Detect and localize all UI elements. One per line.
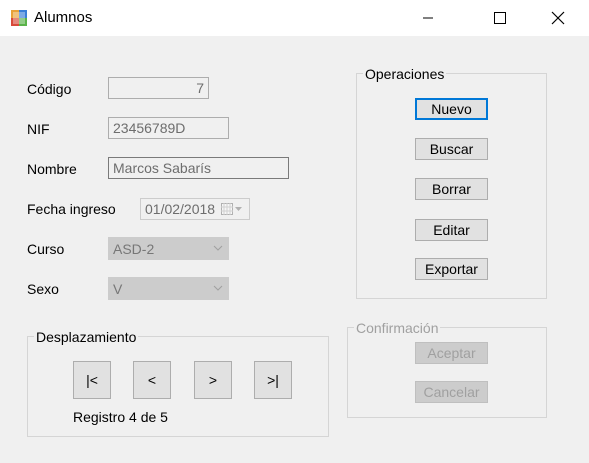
desplazamiento-title: Desplazamiento <box>34 329 139 345</box>
nif-label: NIF <box>27 121 50 137</box>
close-button[interactable] <box>535 0 581 36</box>
registro-label: Registro 4 de 5 <box>73 409 168 425</box>
confirmacion-title: Confirmación <box>354 320 441 336</box>
editar-button[interactable]: Editar <box>415 219 488 241</box>
minimize-icon <box>423 17 433 19</box>
chevron-down-icon <box>213 285 223 291</box>
maximize-button[interactable] <box>477 0 523 36</box>
cancelar-button[interactable]: Cancelar <box>415 381 488 403</box>
fecha-ingreso-label: Fecha ingreso <box>27 201 116 217</box>
previous-record-button[interactable]: < <box>133 361 171 399</box>
last-record-button[interactable]: >| <box>254 361 292 399</box>
operaciones-title: Operaciones <box>363 66 447 82</box>
nombre-label: Nombre <box>27 161 77 177</box>
aceptar-button[interactable]: Aceptar <box>415 342 488 364</box>
codigo-label: Código <box>27 81 72 97</box>
confirmacion-group <box>347 327 547 418</box>
nombre-value: Marcos Sabarís <box>113 160 212 176</box>
fecha-ingreso-picker[interactable]: 01/02/2018 <box>140 198 250 220</box>
curso-combo[interactable]: ASD-2 <box>108 237 229 260</box>
borrar-button[interactable]: Borrar <box>415 178 488 200</box>
maximize-icon <box>494 12 506 24</box>
nuevo-button[interactable]: Nuevo <box>415 98 488 120</box>
chevron-down-icon <box>213 245 223 251</box>
minimize-button[interactable] <box>405 0 451 36</box>
codigo-value: 7 <box>196 80 204 96</box>
curso-value: ASD-2 <box>113 240 155 257</box>
nif-value: 23456789D <box>113 120 186 136</box>
fecha-ingreso-value: 01/02/2018 <box>145 201 216 217</box>
title-bar: Alumnos <box>0 0 589 36</box>
next-record-button[interactable]: > <box>194 361 232 399</box>
nombre-field[interactable]: Marcos Sabarís <box>108 157 289 179</box>
window-title: Alumnos <box>34 9 93 26</box>
codigo-field[interactable]: 7 <box>108 77 209 99</box>
close-icon <box>551 11 565 25</box>
nif-field[interactable]: 23456789D <box>108 117 229 139</box>
sexo-label: Sexo <box>27 281 59 297</box>
calendar-dropdown-icon[interactable] <box>221 203 243 216</box>
sexo-combo[interactable]: V <box>108 277 229 300</box>
app-icon <box>11 10 27 26</box>
curso-label: Curso <box>27 241 65 257</box>
buscar-button[interactable]: Buscar <box>415 138 488 160</box>
first-record-button[interactable]: |< <box>73 361 111 399</box>
sexo-value: V <box>113 280 123 297</box>
exportar-button[interactable]: Exportar <box>415 258 488 280</box>
